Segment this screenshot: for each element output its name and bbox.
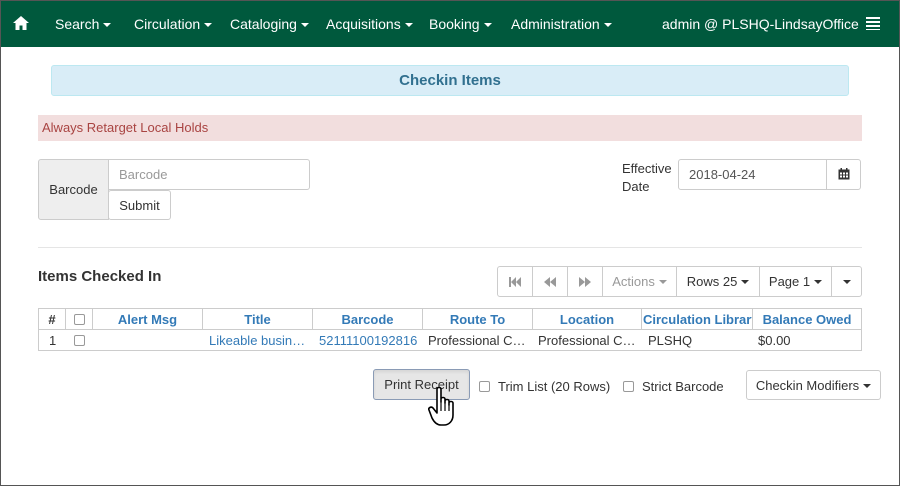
row-balance-owed: $0.00: [758, 333, 791, 348]
rows-per-page-label: Rows 25: [686, 274, 738, 289]
barcode-input[interactable]: [108, 159, 310, 190]
trim-list-option[interactable]: Trim List (20 Rows): [479, 379, 610, 394]
submit-button[interactable]: Submit: [108, 190, 171, 220]
column-header-location[interactable]: Location: [533, 309, 642, 330]
section-divider: [38, 247, 862, 248]
alert-retarget-holds: Always Retarget Local Holds: [38, 115, 862, 141]
nav-acquisitions-menu[interactable]: Acquisitions: [326, 16, 413, 32]
actions-label: Actions: [612, 274, 655, 289]
trim-list-checkbox[interactable]: [479, 381, 490, 393]
strict-barcode-checkbox[interactable]: [623, 381, 634, 393]
previous-page-button[interactable]: [532, 266, 568, 297]
nav-search-menu[interactable]: Search: [55, 16, 112, 32]
strict-barcode-label: Strict Barcode: [642, 379, 724, 394]
checkin-modifiers-label: Checkin Modifiers: [755, 377, 860, 393]
hand-cursor-icon: [428, 386, 454, 426]
first-page-icon: [509, 276, 521, 287]
nav-acquisitions-label: Acquisitions: [326, 16, 401, 32]
list-menu-icon[interactable]: [866, 17, 880, 30]
chevron-down-icon: [204, 23, 213, 28]
row-circulation-library: PLSHQ: [648, 333, 693, 348]
column-header-barcode[interactable]: Barcode: [313, 309, 423, 330]
column-header-alert-msg[interactable]: Alert Msg: [93, 309, 203, 330]
items-grid: # Alert Msg Title Barcode Route To Locat…: [38, 308, 862, 351]
nav-cataloging-menu[interactable]: Cataloging: [230, 16, 309, 32]
row-barcode-link[interactable]: 52111100192816: [315, 330, 423, 351]
barcode-label: Barcode: [38, 159, 109, 220]
chevron-down-icon: [300, 23, 309, 28]
grid-toolbar: Actions Rows 25 Page 1: [497, 266, 862, 297]
select-all-checkbox[interactable]: [73, 314, 85, 326]
nav-search-label: Search: [55, 16, 100, 32]
chevron-down-icon: [741, 279, 750, 284]
row-select-cell: [70, 330, 93, 351]
nav-booking-label: Booking: [429, 16, 480, 32]
column-header-title[interactable]: Title: [203, 309, 313, 330]
chevron-down-icon: [842, 279, 851, 284]
nav-circulation-label: Circulation: [134, 16, 201, 32]
grid-header-row: # Alert Msg Title Barcode Route To Locat…: [39, 309, 861, 330]
column-header-route-to[interactable]: Route To: [423, 309, 533, 330]
column-header-circulation-library[interactable]: Circulation Library: [642, 309, 753, 330]
first-page-button[interactable]: [497, 266, 533, 297]
calendar-icon: [838, 168, 850, 180]
effective-date-input[interactable]: [678, 159, 827, 190]
rows-per-page-dropdown[interactable]: Rows 25: [676, 266, 760, 297]
calendar-button[interactable]: [826, 159, 861, 190]
next-page-button[interactable]: [567, 266, 603, 297]
column-header-balance-owed[interactable]: Balance Owed: [753, 309, 861, 330]
trim-list-label: Trim List (20 Rows): [498, 379, 611, 394]
effective-date-label: Effective Date: [622, 161, 672, 194]
home-icon[interactable]: [12, 14, 30, 32]
chevron-down-icon: [483, 23, 492, 28]
chevron-down-icon: [603, 23, 612, 28]
row-index: 1: [49, 333, 57, 348]
chevron-down-icon: [658, 279, 667, 284]
nav-circulation-menu[interactable]: Circulation: [134, 16, 213, 32]
checkin-modifiers-dropdown[interactable]: Checkin Modifiers: [746, 370, 881, 400]
column-options-dropdown[interactable]: [831, 266, 862, 297]
nav-administration-label: Administration: [511, 16, 600, 32]
table-row[interactable]: 1 Likeable business : why today's consum…: [39, 330, 861, 351]
actions-dropdown[interactable]: Actions: [602, 266, 677, 297]
column-header-select: [66, 309, 93, 330]
page-dropdown[interactable]: Page 1: [759, 266, 832, 297]
row-title-link[interactable]: Likeable business : why today's consumer…: [205, 330, 313, 351]
chevron-down-icon: [814, 279, 823, 284]
page-title: Checkin Items: [51, 65, 849, 96]
nav-user-info[interactable]: admin @ PLSHQ-LindsayOffice: [662, 16, 859, 32]
strict-barcode-option[interactable]: Strict Barcode: [623, 379, 724, 394]
fast-forward-icon: [579, 276, 591, 287]
row-alert-msg: [93, 330, 203, 351]
top-navbar: Search Circulation Cataloging Acquisitio…: [0, 0, 900, 47]
column-header-index: #: [39, 309, 66, 330]
items-checked-in-heading: Items Checked In: [38, 268, 162, 285]
chevron-down-icon: [103, 23, 112, 28]
row-location: Professional Collection: [538, 333, 642, 348]
chevron-down-icon: [404, 23, 413, 28]
chevron-down-icon: [863, 384, 872, 389]
nav-administration-menu[interactable]: Administration: [511, 16, 612, 32]
row-select-checkbox[interactable]: [74, 335, 85, 347]
row-route-to: Professional Collection: [428, 333, 533, 348]
page-label: Page 1: [768, 274, 811, 289]
nav-booking-menu[interactable]: Booking: [429, 16, 492, 32]
rewind-icon: [544, 276, 556, 287]
nav-cataloging-label: Cataloging: [230, 16, 297, 32]
